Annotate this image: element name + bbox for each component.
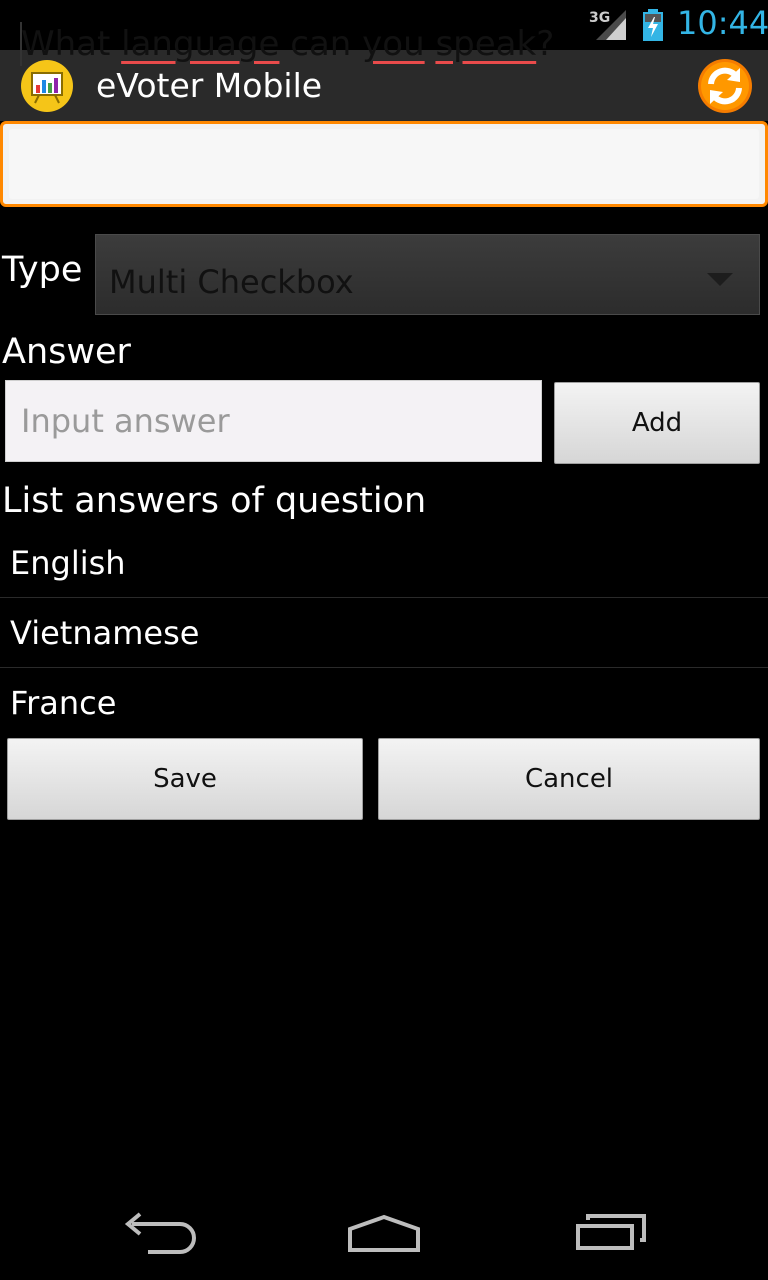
home-icon[interactable] xyxy=(334,1204,434,1264)
answer-label: Answer xyxy=(2,332,131,372)
answers-list: English Vietnamese France xyxy=(0,528,768,738)
save-button[interactable]: Save xyxy=(7,738,363,820)
list-item-label: English xyxy=(10,544,126,582)
battery-charging-icon xyxy=(643,9,663,41)
list-item-label: France xyxy=(10,684,117,722)
type-selected-value: Multi Checkbox xyxy=(109,263,354,301)
question-text[interactable]: What language can you speak? xyxy=(21,24,554,64)
list-item[interactable]: Vietnamese xyxy=(0,598,768,668)
answers-list-title: List answers of question xyxy=(2,481,427,521)
recent-apps-icon[interactable] xyxy=(560,1204,660,1264)
refresh-icon[interactable] xyxy=(696,57,754,115)
type-label: Type xyxy=(2,250,83,290)
list-item[interactable]: France xyxy=(0,668,768,738)
dropdown-arrow-icon xyxy=(707,273,733,286)
question-input-background xyxy=(9,129,759,199)
answer-input[interactable] xyxy=(5,380,542,462)
question-input[interactable] xyxy=(0,121,768,207)
type-dropdown[interactable]: Multi Checkbox xyxy=(95,234,760,315)
navigation-bar xyxy=(0,1184,768,1280)
network-type-label: 3G xyxy=(589,10,611,26)
add-answer-button[interactable]: Add xyxy=(554,382,760,464)
cancel-button[interactable]: Cancel xyxy=(378,738,760,820)
back-icon[interactable] xyxy=(110,1204,210,1264)
app-logo-icon[interactable] xyxy=(19,59,75,113)
list-item-label: Vietnamese xyxy=(10,614,200,652)
app-title: eVoter Mobile xyxy=(96,66,323,105)
clock: 10:44 xyxy=(677,4,768,42)
list-item[interactable]: English xyxy=(0,528,768,598)
